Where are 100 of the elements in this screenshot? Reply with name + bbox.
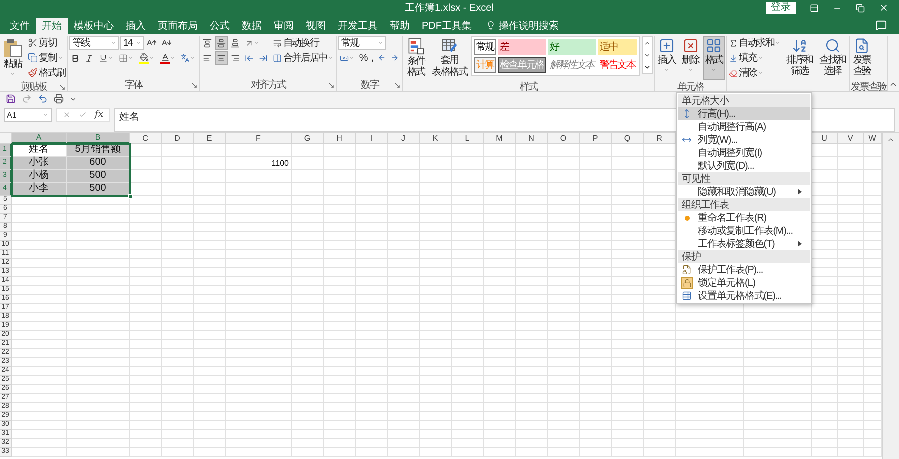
comma-button[interactable]: ,: [370, 51, 376, 65]
fill-button[interactable]: 填充: [728, 51, 782, 65]
table-format-button[interactable]: 套用 表格格式: [430, 36, 470, 80]
column-header[interactable]: G: [292, 133, 324, 144]
paste-button[interactable]: 粘贴: [1, 36, 25, 80]
dialog-launcher-icon[interactable]: [328, 82, 336, 88]
cut-button[interactable]: 剪切: [27, 36, 66, 50]
find-select-button[interactable]: 查找和选择: [817, 36, 848, 80]
bullet-icon: [684, 216, 690, 220]
column-header[interactable]: W: [864, 133, 882, 144]
column-header[interactable]: L: [452, 133, 484, 144]
restore-icon[interactable]: [856, 4, 865, 12]
cell-style[interactable]: 差: [498, 39, 546, 55]
copy-button[interactable]: 复制: [27, 51, 66, 65]
dialog-launcher-icon[interactable]: [59, 84, 66, 90]
column-header[interactable]: V: [838, 133, 864, 144]
column-header[interactable]: B: [67, 133, 130, 144]
undo-icon[interactable]: [38, 94, 48, 104]
column-header[interactable]: Q: [612, 133, 644, 144]
menu-section-header: 组织工作表: [678, 198, 810, 211]
column-header[interactable]: F: [226, 133, 292, 144]
group-label: 剪贴板: [20, 80, 47, 94]
format-cells-icon: [682, 291, 692, 301]
format-button[interactable]: 格式: [703, 36, 725, 80]
submenu-arrow-icon: [798, 189, 802, 195]
ribbon-tab[interactable]: 数据: [236, 18, 268, 34]
caret-icon: [711, 67, 718, 73]
sheet-cell: 小李: [12, 183, 67, 196]
ribbon-tab[interactable]: PDF工具集: [416, 18, 478, 34]
column-header[interactable]: R: [644, 133, 676, 144]
column-header[interactable]: A: [12, 133, 67, 144]
column-header[interactable]: P: [580, 133, 612, 144]
merge-center-button[interactable]: 合并后居中: [272, 51, 336, 65]
ribbon-tab[interactable]: 文件: [4, 18, 36, 34]
vertical-scrollbar[interactable]: [882, 133, 899, 459]
ribbon-tab[interactable]: 视图: [300, 18, 332, 34]
delete-button[interactable]: 删除: [680, 36, 702, 80]
close-icon[interactable]: [879, 3, 889, 13]
login-button[interactable]: 登录: [766, 2, 796, 14]
menu-item[interactable]: 行高(H)...: [678, 107, 810, 120]
dialog-launcher-icon[interactable]: [191, 82, 198, 88]
column-header[interactable]: J: [388, 133, 420, 144]
insert-cells-icon: [658, 38, 675, 54]
caret-icon: [349, 55, 356, 61]
print-preview-icon[interactable]: [54, 94, 64, 104]
tell-me-search[interactable]: 操作说明搜索: [499, 19, 559, 33]
orientation-icon: [245, 38, 254, 48]
percent-button[interactable]: %: [358, 51, 370, 65]
caret-icon: [128, 55, 134, 61]
grid-icon: [706, 38, 722, 54]
fill-handle[interactable]: [128, 194, 133, 199]
autosum-button[interactable]: 自动求和: [728, 36, 782, 50]
invoice-check-button[interactable]: 发票查验: [851, 36, 874, 80]
column-header[interactable]: N: [516, 133, 548, 144]
ribbon-tab[interactable]: 模板中心: [68, 18, 120, 34]
ribbon-tab[interactable]: 插入: [120, 18, 152, 34]
align-middle-icon[interactable]: [215, 36, 228, 50]
ribbon-tab[interactable]: 开始: [36, 18, 68, 34]
align-center-icon[interactable]: [215, 51, 228, 65]
column-header[interactable]: K: [420, 133, 452, 144]
column-header[interactable]: D: [162, 133, 194, 144]
cell-style[interactable]: 好: [548, 39, 596, 55]
clear-button[interactable]: 清除: [728, 66, 782, 80]
insert-function-label[interactable]: fx: [95, 110, 104, 120]
phonetic-icon: [181, 54, 190, 62]
insert-button[interactable]: 插入: [656, 36, 678, 80]
customize-caret-icon[interactable]: [70, 96, 77, 102]
ribbon-tab[interactable]: 公式: [204, 18, 236, 34]
column-header[interactable]: H: [324, 133, 356, 144]
ribbon-tab[interactable]: 开发工具: [332, 18, 384, 34]
conditional-format-button[interactable]: 条件格式: [404, 36, 428, 80]
comment-icon[interactable]: [876, 20, 887, 30]
number-format-select[interactable]: 常规: [338, 36, 386, 50]
cell-style[interactable]: 常规: [474, 39, 496, 55]
format-painter-button[interactable]: 格式刷: [27, 66, 66, 80]
column-header[interactable]: O: [548, 133, 580, 144]
sigma-icon: [728, 38, 738, 48]
caret-icon: [758, 55, 764, 61]
column-header[interactable]: C: [130, 133, 162, 144]
menu-section-header: 可见性: [678, 172, 810, 185]
wrap-text-button[interactable]: 自动换行: [272, 36, 336, 50]
font-size-select[interactable]: 14: [120, 36, 144, 50]
save-icon[interactable]: [6, 94, 16, 104]
font-name-select[interactable]: 等线: [69, 36, 120, 50]
ribbon-tab[interactable]: 页面布局: [152, 18, 204, 34]
column-header[interactable]: I: [356, 133, 388, 144]
delete-cells-icon: [682, 38, 699, 54]
name-box[interactable]: A1: [4, 108, 52, 122]
ribbon-tab[interactable]: 帮助: [384, 18, 416, 34]
wrap-text-icon: [273, 38, 282, 48]
banknote-icon: [340, 54, 350, 62]
dialog-launcher-icon[interactable]: [394, 82, 402, 88]
column-header[interactable]: U: [812, 133, 838, 144]
group-label: 数字: [360, 78, 379, 92]
ribbon-tab[interactable]: 审阅: [268, 18, 300, 34]
sort-filter-button[interactable]: 排序和筛选: [784, 36, 816, 80]
cell-style[interactable]: 适中: [598, 39, 638, 55]
ribbon-display-icon[interactable]: [810, 4, 819, 12]
column-header[interactable]: M: [484, 133, 516, 144]
column-header[interactable]: E: [194, 133, 226, 144]
